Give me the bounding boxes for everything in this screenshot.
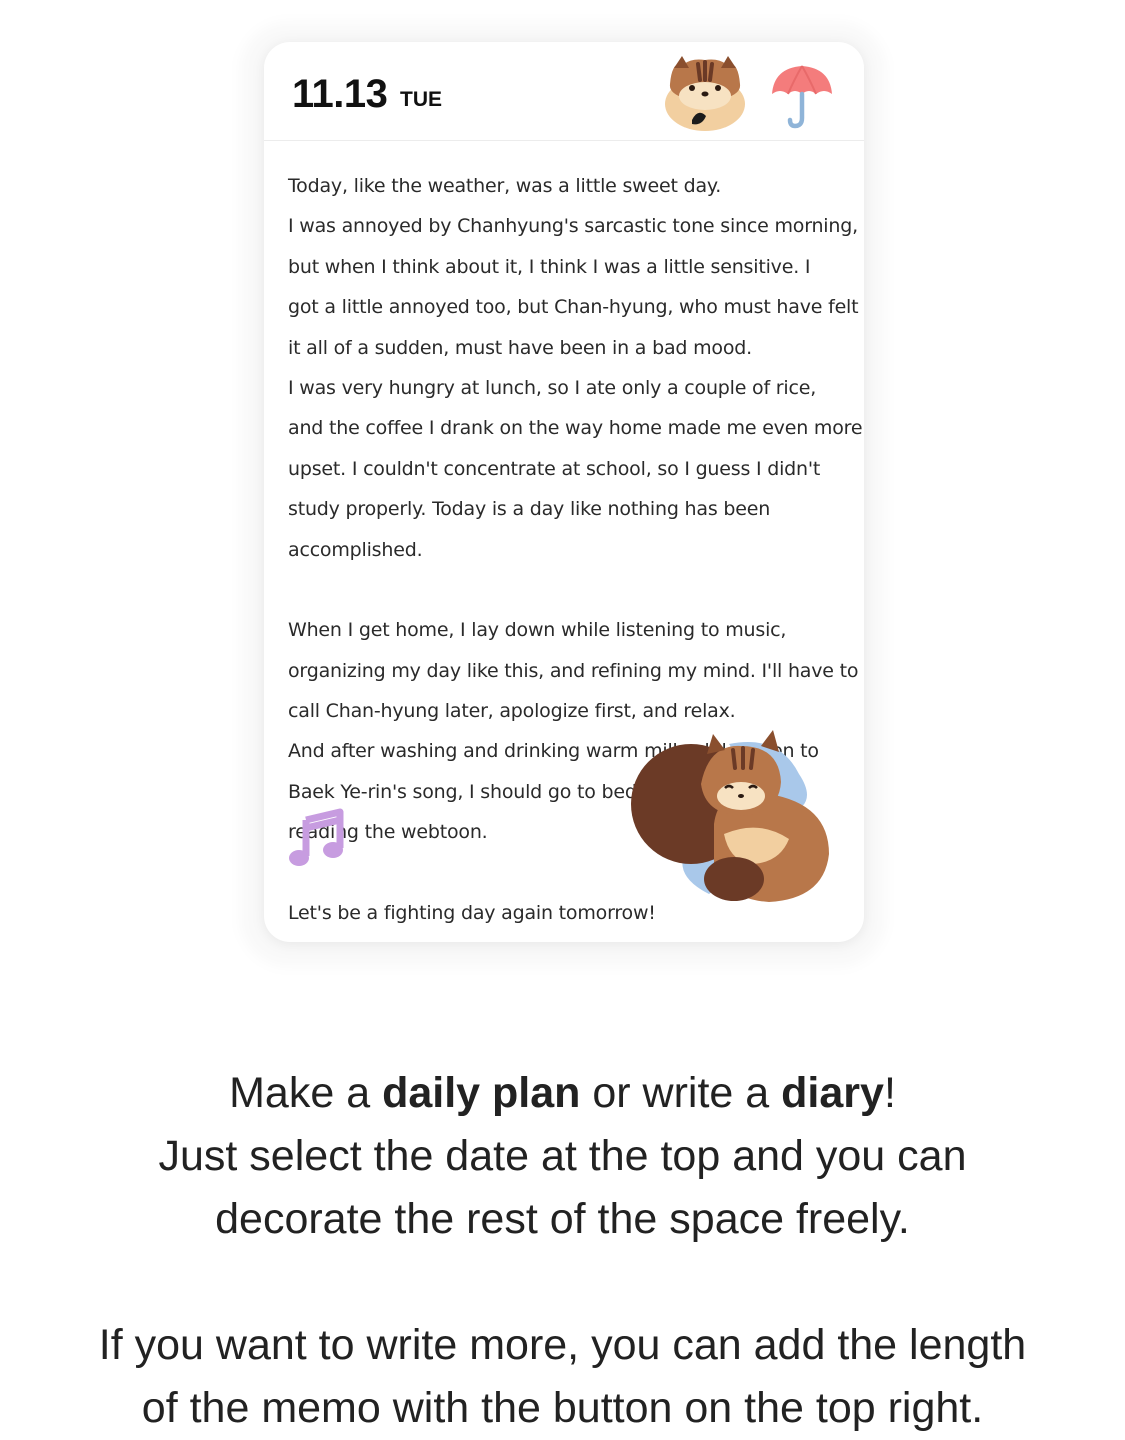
squirrel-sticker-icon [665, 56, 745, 131]
diary-line: Today, like the weather, was a little sw… [288, 175, 722, 197]
caption-line-1: Make a daily plan or write a diary! [0, 1062, 1125, 1125]
diary-line [288, 570, 848, 610]
caption-bold-diary: diary [781, 1069, 884, 1117]
sleeping-squirrel-icon [631, 730, 829, 902]
caption-text: ! [883, 1069, 896, 1117]
diary-date[interactable]: 11.13 [292, 72, 388, 117]
music-note-icon [289, 808, 344, 866]
diary-line: organizing my day like this, and refinin… [288, 659, 859, 682]
diary-line: I was annoyed by Chanhyung's sarcastic t… [288, 215, 858, 238]
diary-card[interactable]: 11.13 TUE Today, like the weather, was a… [264, 42, 864, 942]
caption-line-2: Just select the date at the top and you … [158, 1132, 967, 1180]
diary-line: I was very hungry at lunch, so I ate onl… [288, 376, 817, 399]
diary-line: When I get home, I lay down while listen… [288, 619, 787, 642]
caption-text: or write a [580, 1069, 782, 1117]
umbrella-icon [772, 65, 832, 129]
diary-weekday: TUE [400, 88, 442, 111]
diary-line: accomplished. [288, 538, 423, 561]
diary-line: study properly. Today is a day like noth… [288, 498, 771, 521]
caption: Make a daily plan or write a diary! Just… [0, 1062, 1125, 1440]
diary-header: 11.13 TUE [264, 42, 864, 141]
caption-line-6: of the memo with the button on the top r… [141, 1384, 984, 1432]
diary-line: and the coffee I drank on the way home m… [288, 417, 863, 440]
diary-line: but when I think about it, I think I was… [288, 255, 811, 278]
diary-line: upset. I couldn't concentrate at school,… [288, 457, 821, 480]
caption-text: Make a [229, 1069, 383, 1117]
caption-line-3: decorate the rest of the space freely. [215, 1195, 910, 1243]
caption-line-5: If you want to write more, you can add t… [98, 1321, 1027, 1369]
caption-bold-daily-plan: daily plan [382, 1069, 581, 1117]
diary-line: it all of a sudden, must have been in a … [288, 336, 752, 359]
diary-line: got a little annoyed too, but Chan-hyung… [288, 296, 859, 319]
